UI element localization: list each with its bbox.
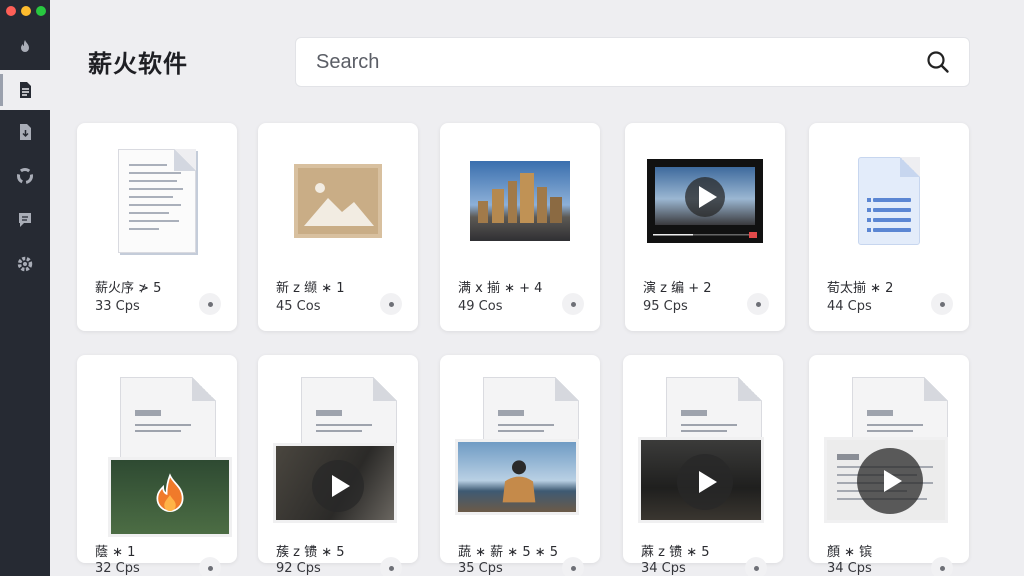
play-icon xyxy=(677,454,733,510)
file-card[interactable]: 新 z 缬 ∗ 1 45 Cos xyxy=(258,123,418,331)
file-name: 演 z 编 + 2 xyxy=(643,281,712,296)
image-icon xyxy=(294,164,382,238)
file-name: 蔴 z 镄 ∗ 5 xyxy=(641,545,710,560)
file-name: 蔭 ∗ 1 xyxy=(95,545,136,560)
maximize-window-button[interactable] xyxy=(36,6,46,16)
file-card[interactable]: 蔭 ∗ 1 32 Cps xyxy=(77,355,237,576)
flame-photo xyxy=(108,457,232,537)
file-thumbnail xyxy=(809,377,969,527)
file-name: 顏 ∗ 镔 xyxy=(827,545,873,560)
file-name: 荀太揃 ∗ 2 xyxy=(827,281,894,296)
video-thumbnail xyxy=(647,159,763,243)
file-meta: 95 Cps xyxy=(643,299,688,314)
more-options-button[interactable] xyxy=(745,557,767,576)
file-card[interactable]: 演 z 编 + 2 95 Cps xyxy=(625,123,785,331)
more-options-button[interactable] xyxy=(931,557,953,576)
more-options-button[interactable] xyxy=(199,293,221,315)
document-icon xyxy=(118,149,196,253)
file-thumbnail xyxy=(625,141,785,261)
search-bar xyxy=(295,37,970,87)
download-doc-icon xyxy=(20,124,31,140)
text-document-icon xyxy=(858,157,920,245)
file-thumbnail xyxy=(440,141,600,261)
play-icon xyxy=(857,448,923,514)
more-icon xyxy=(570,565,576,571)
document-icon xyxy=(120,377,216,467)
file-card[interactable]: 满 x 揃 ∗ + 4 49 Cos xyxy=(440,123,600,331)
file-name: 薪火序 ≯ 5 xyxy=(95,281,162,296)
more-options-button[interactable] xyxy=(380,293,402,315)
file-thumbnail xyxy=(258,377,418,527)
more-icon xyxy=(207,301,213,307)
sidebar xyxy=(0,0,50,576)
more-icon xyxy=(753,565,759,571)
file-thumbnail xyxy=(77,141,237,261)
more-options-button[interactable] xyxy=(562,293,584,315)
file-meta: 34 Cps xyxy=(827,561,872,576)
file-name: 新 z 缬 ∗ 1 xyxy=(276,281,345,296)
file-meta: 34 Cps xyxy=(641,561,686,576)
sidebar-item-home[interactable] xyxy=(0,28,50,68)
file-meta: 92 Cps xyxy=(276,561,321,576)
person-photo xyxy=(455,439,579,515)
file-meta: 44 Cps xyxy=(827,299,872,314)
more-options-button[interactable] xyxy=(199,557,221,576)
more-options-button[interactable] xyxy=(380,557,402,576)
more-icon xyxy=(939,565,945,571)
file-card[interactable]: 蔴 z 镄 ∗ 5 34 Cps xyxy=(623,355,783,576)
file-name: 蔬 ∗ 薪 ∗ 5 ∗ 5 xyxy=(458,545,559,560)
file-card[interactable]: 荀太揃 ∗ 2 44 Cps xyxy=(809,123,969,331)
close-window-button[interactable] xyxy=(6,6,16,16)
search-input[interactable] xyxy=(316,50,925,74)
file-thumbnail xyxy=(258,141,418,261)
more-icon xyxy=(939,301,945,307)
window-controls xyxy=(6,6,46,16)
file-meta: 45 Cos xyxy=(276,299,321,314)
video-thumbnail xyxy=(638,437,764,523)
video-thumbnail xyxy=(273,443,397,523)
sidebar-item-documents[interactable] xyxy=(0,70,50,110)
file-thumbnail xyxy=(623,377,783,527)
file-thumbnail xyxy=(809,141,969,261)
file-card[interactable]: 蔬 ∗ 薪 ∗ 5 ∗ 5 35 Cps xyxy=(440,355,600,576)
more-options-button[interactable] xyxy=(747,293,769,315)
more-icon xyxy=(570,301,576,307)
file-card[interactable]: 薪火序 ≯ 5 33 Cps xyxy=(77,123,237,331)
minimize-window-button[interactable] xyxy=(21,6,31,16)
play-icon xyxy=(312,460,364,512)
sidebar-item-messages[interactable] xyxy=(0,200,50,240)
file-thumbnail xyxy=(440,377,600,527)
file-card[interactable]: 蔟 z 镄 ∗ 5 92 Cps xyxy=(258,355,418,576)
file-thumbnail xyxy=(77,377,237,537)
chat-icon xyxy=(19,213,31,227)
document-icon xyxy=(20,82,31,98)
file-card[interactable]: 顏 ∗ 镔 34 Cps xyxy=(809,355,969,576)
gear-icon xyxy=(17,256,33,272)
more-icon xyxy=(388,301,394,307)
document-preview xyxy=(824,437,948,523)
play-icon xyxy=(685,177,725,217)
file-meta: 33 Cps xyxy=(95,299,140,314)
more-icon xyxy=(388,565,394,571)
sidebar-item-downloads[interactable] xyxy=(0,112,50,152)
city-photo xyxy=(470,161,570,241)
more-icon xyxy=(207,565,213,571)
file-meta: 49 Cos xyxy=(458,299,503,314)
file-name: 满 x 揃 ∗ + 4 xyxy=(458,281,543,296)
flame-icon xyxy=(156,473,184,512)
file-meta: 35 Cps xyxy=(458,561,503,576)
flame-icon xyxy=(21,40,29,52)
search-icon[interactable] xyxy=(925,49,951,75)
more-icon xyxy=(755,301,761,307)
sidebar-item-recycle[interactable] xyxy=(0,156,50,196)
more-options-button[interactable] xyxy=(931,293,953,315)
file-name: 蔟 z 镄 ∗ 5 xyxy=(276,545,345,560)
recycle-icon xyxy=(17,168,33,184)
app-title: 薪火软件 xyxy=(88,50,188,78)
sidebar-item-settings[interactable] xyxy=(0,244,50,284)
file-meta: 32 Cps xyxy=(95,561,140,576)
more-options-button[interactable] xyxy=(562,557,584,576)
